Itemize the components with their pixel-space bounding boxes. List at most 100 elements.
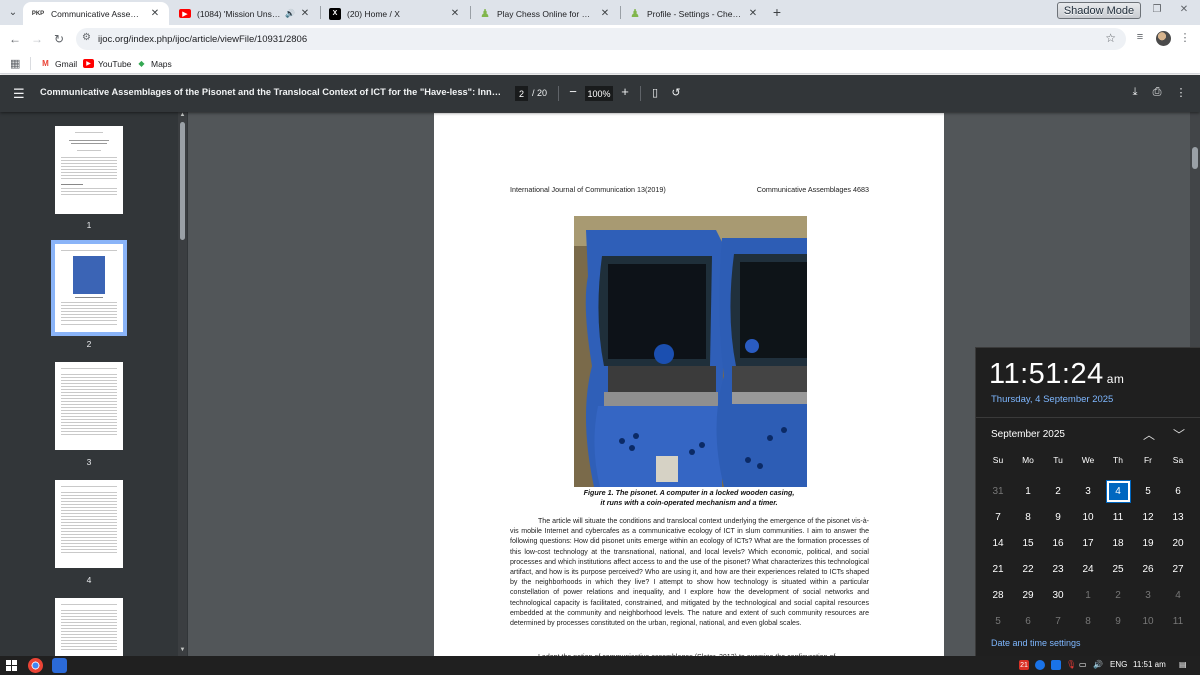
calendar-day[interactable]: 2 — [1043, 478, 1073, 504]
new-tab-button[interactable]: + — [768, 3, 786, 21]
calendar-day-today[interactable]: 4 — [1103, 478, 1133, 504]
speaker-icon[interactable]: 🔊 — [285, 9, 295, 18]
calendar-day[interactable]: 16 — [1043, 530, 1073, 556]
calendar-day[interactable]: 29 — [1013, 582, 1043, 608]
windows-start-icon[interactable] — [6, 660, 17, 671]
calendar-day[interactable]: 1 — [1073, 582, 1103, 608]
calendar-day[interactable]: 11 — [1163, 608, 1193, 634]
media-controls-icon[interactable]: ≡ — [1132, 31, 1148, 43]
calendar-day[interactable]: 14 — [983, 530, 1013, 556]
tray-app-icon[interactable] — [1035, 660, 1045, 670]
microphone-icon[interactable]: 🎙 — [1066, 660, 1076, 669]
calendar-day[interactable]: 6 — [1013, 608, 1043, 634]
scroll-up-arrow-icon[interactable]: ▲ — [178, 112, 187, 118]
close-tab-icon[interactable]: ✕ — [149, 8, 161, 19]
fit-page-icon[interactable]: ▯ — [648, 86, 662, 99]
calendar-day[interactable]: 26 — [1133, 556, 1163, 582]
calendar-day[interactable]: 7 — [983, 504, 1013, 530]
calendar-day[interactable]: 11 — [1103, 504, 1133, 530]
calendar-day[interactable]: 9 — [1043, 504, 1073, 530]
sidebar-scrollbar-thumb[interactable] — [180, 122, 185, 240]
url-input[interactable] — [98, 28, 998, 50]
calendar-day[interactable]: 30 — [1043, 582, 1073, 608]
next-month-icon[interactable]: ﹀ — [1173, 426, 1185, 443]
calendar-day[interactable]: 3 — [1133, 582, 1163, 608]
calendar-day[interactable]: 2 — [1103, 582, 1133, 608]
calendar-day[interactable]: 5 — [1133, 478, 1163, 504]
calendar-day[interactable]: 9 — [1103, 608, 1133, 634]
network-icon[interactable]: ▭ — [1079, 660, 1087, 669]
shield-icon[interactable] — [1051, 660, 1061, 670]
page-thumbnail-1[interactable] — [55, 126, 123, 214]
tab-play-chess[interactable]: ♟ Play Chess Online for FREE - 2 ✕ — [471, 2, 619, 25]
avatar[interactable] — [1156, 31, 1171, 46]
month-label[interactable]: September 2025 — [991, 429, 1065, 440]
calendar-day[interactable]: 7 — [1043, 608, 1073, 634]
calendar-day[interactable]: 12 — [1133, 504, 1163, 530]
calendar-day[interactable]: 10 — [1073, 504, 1103, 530]
forward-button[interactable]: → — [28, 30, 46, 48]
calendar-day[interactable]: 28 — [983, 582, 1013, 608]
bookmark-gmail[interactable]: M Gmail — [40, 56, 77, 71]
calendar-day[interactable]: 24 — [1073, 556, 1103, 582]
rotate-icon[interactable]: ↺ — [669, 86, 683, 99]
calendar-day[interactable]: 31 — [983, 478, 1013, 504]
restore-window-icon[interactable]: ❐ — [1149, 4, 1165, 15]
calendar-day[interactable]: 27 — [1163, 556, 1193, 582]
calendar-day[interactable]: 3 — [1073, 478, 1103, 504]
app-taskbar-icon[interactable] — [52, 658, 67, 673]
tab-chess-profile[interactable]: ♟ Profile - Settings - Chess.com ✕ — [621, 2, 767, 25]
full-date-link[interactable]: Thursday, 4 September 2025 — [991, 394, 1113, 405]
close-window-icon[interactable]: ✕ — [1176, 4, 1192, 15]
bookmark-maps[interactable]: ◆ Maps — [136, 56, 171, 71]
close-tab-icon[interactable]: ✕ — [599, 8, 611, 19]
close-tab-icon[interactable]: ✕ — [299, 8, 311, 19]
calendar-day[interactable]: 8 — [1073, 608, 1103, 634]
calendar-day[interactable]: 17 — [1073, 530, 1103, 556]
tab-x-home[interactable]: X (20) Home / X ✕ — [321, 2, 469, 25]
more-options-icon[interactable]: ⋮ — [1174, 86, 1188, 99]
close-tab-icon[interactable]: ✕ — [449, 8, 461, 19]
chrome-icon[interactable] — [28, 658, 43, 673]
calendar-day[interactable]: 8 — [1013, 504, 1043, 530]
download-icon[interactable]: ⤓ — [1128, 86, 1142, 99]
bookmark-youtube[interactable]: ▶ YouTube — [83, 56, 131, 71]
document-scrollbar-thumb[interactable] — [1192, 147, 1198, 169]
page-thumbnail-3[interactable] — [55, 362, 123, 450]
calendar-day[interactable]: 5 — [983, 608, 1013, 634]
taskbar-clock[interactable]: 11:51 am — [1133, 660, 1166, 669]
calendar-day[interactable]: 4 — [1163, 582, 1193, 608]
sidebar-menu-icon[interactable]: ☰ — [13, 86, 25, 102]
calendar-day[interactable]: 1 — [1013, 478, 1043, 504]
calendar-day[interactable]: 13 — [1163, 504, 1193, 530]
zoom-input[interactable] — [585, 86, 613, 101]
calendar-day[interactable]: 25 — [1103, 556, 1133, 582]
tab-search-button[interactable]: ⌄ — [3, 3, 23, 22]
back-button[interactable]: ← — [6, 30, 24, 48]
page-thumbnail-5[interactable] — [55, 598, 123, 656]
tab-youtube[interactable]: ▶ (1084) 'Mission Unstapabo 🔊 ✕ — [171, 2, 319, 25]
zoom-out-button[interactable]: − — [566, 84, 580, 99]
kebab-menu-icon[interactable]: ⋮ — [1177, 31, 1193, 44]
calendar-day[interactable]: 10 — [1133, 608, 1163, 634]
scroll-down-arrow-icon[interactable]: ▼ — [178, 647, 187, 653]
reload-button[interactable]: ↻ — [50, 30, 68, 48]
bookmark-star-icon[interactable]: ☆ — [1105, 31, 1116, 45]
calendar-day[interactable]: 19 — [1133, 530, 1163, 556]
calendar-day[interactable]: 22 — [1013, 556, 1043, 582]
notifications-icon[interactable]: ▤ — [1179, 660, 1187, 669]
site-info-icon[interactable]: ⚙ — [82, 32, 91, 43]
zoom-in-button[interactable]: + — [618, 84, 632, 99]
page-number-input[interactable] — [515, 86, 528, 101]
print-icon[interactable]: ⎙ — [1150, 86, 1164, 99]
calendar-day[interactable]: 20 — [1163, 530, 1193, 556]
previous-month-icon[interactable]: ︿ — [1143, 426, 1155, 443]
close-tab-icon[interactable]: ✕ — [747, 8, 759, 19]
calendar-day[interactable]: 18 — [1103, 530, 1133, 556]
calendar-day[interactable]: 23 — [1043, 556, 1073, 582]
calendar-day[interactable]: 6 — [1163, 478, 1193, 504]
calendar-day[interactable]: 21 — [983, 556, 1013, 582]
language-indicator[interactable]: ENG — [1110, 660, 1127, 669]
calendar-day[interactable]: 15 — [1013, 530, 1043, 556]
volume-icon[interactable]: 🔊 — [1093, 660, 1103, 669]
